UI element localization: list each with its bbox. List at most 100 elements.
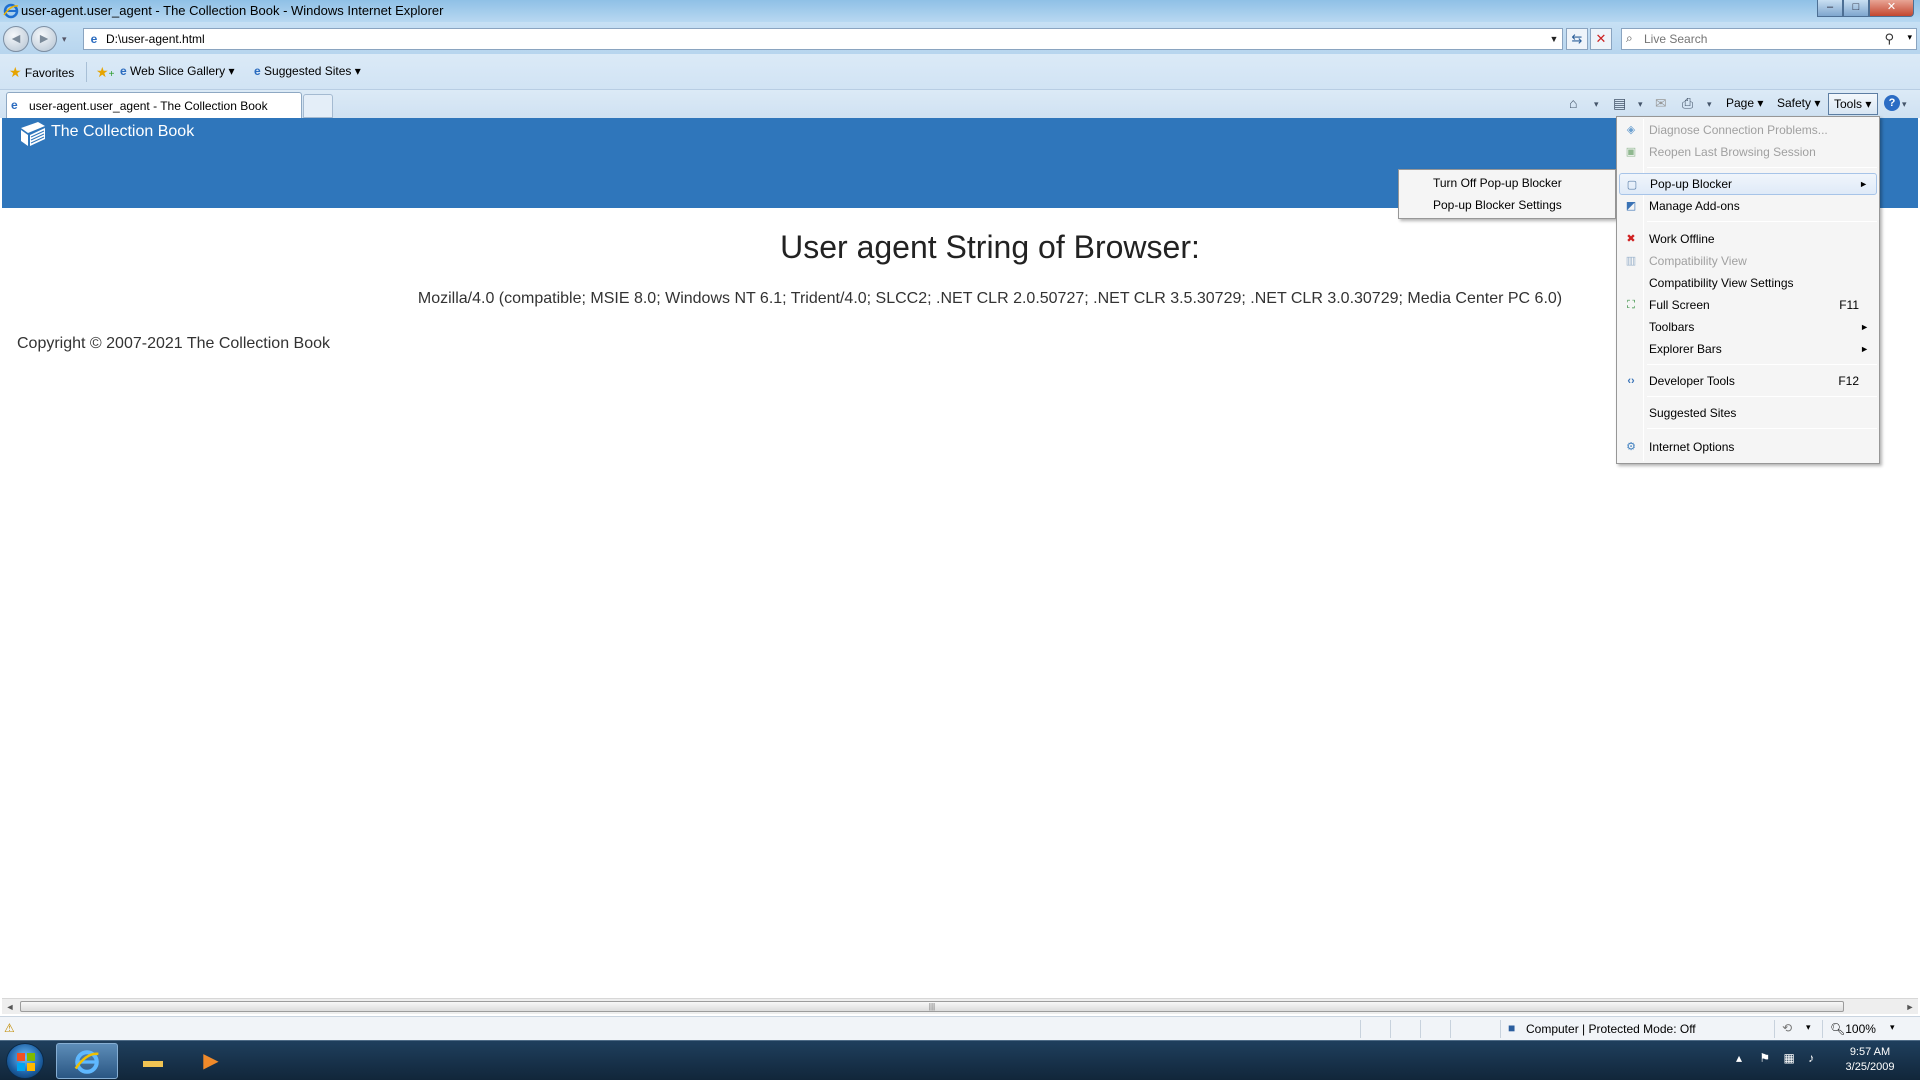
zoom-level-value: 100% (1845, 1022, 1876, 1036)
popup-status-dropdown-icon[interactable]: ▾ (1806, 1022, 1811, 1033)
title-bar: user-agent.user_agent - The Collection B… (0, 0, 1920, 22)
web-slice-gallery-link[interactable]: e Web Slice Gallery ▾ (120, 64, 235, 78)
separator (86, 62, 87, 82)
ie-logo-icon (3, 3, 19, 19)
back-button[interactable]: ◄ (3, 26, 29, 52)
tab-bar: e user-agent.user_agent - The Collection… (0, 90, 1920, 118)
scroll-thumb[interactable]: ||| (20, 1001, 1844, 1012)
scroll-left-icon[interactable]: ◄ (2, 1000, 18, 1014)
stop-button[interactable]: ✕ (1590, 28, 1612, 50)
horizontal-scrollbar[interactable]: ◄ ||| ► (2, 998, 1918, 1014)
menu-item-turn-off-popup-blocker[interactable]: Turn Off Pop-up Blocker (1401, 172, 1613, 194)
home-dropdown-icon[interactable]: ▾ (1594, 99, 1599, 110)
menu-item-label: Diagnose Connection Problems... (1649, 123, 1828, 137)
safety-menu-button[interactable]: Safety ▾ (1777, 96, 1820, 110)
menu-item-label: Pop-up Blocker Settings (1433, 198, 1562, 212)
menu-separator (1647, 167, 1877, 168)
system-tray: ▴ ⚑ ▦ ♪ (1736, 1051, 1814, 1065)
read-mail-icon[interactable]: ✉ (1655, 95, 1667, 112)
search-dropdown-icon[interactable]: ▾ (1907, 32, 1912, 43)
ie-icon (74, 1050, 99, 1074)
submenu-arrow-icon: ► (1859, 179, 1868, 189)
address-url[interactable]: D:\user-agent.html (106, 32, 205, 46)
print-dropdown-icon[interactable]: ▾ (1707, 99, 1712, 110)
offline-icon: ✖ (1626, 233, 1636, 245)
search-icon[interactable]: ⚲ (1884, 31, 1894, 47)
menu-item-toolbars[interactable]: Toolbars ► (1619, 316, 1877, 338)
address-dropdown-icon[interactable]: ▼ (1546, 29, 1562, 49)
popup-blocker-submenu: Turn Off Pop-up Blocker Pop-up Blocker S… (1398, 169, 1616, 219)
search-provider-icon: ⌕ (1626, 31, 1633, 45)
zoom-level[interactable]: 🔍︎100% (1830, 1022, 1876, 1036)
menu-item-compatibility-view[interactable]: ▥ Compatibility View (1619, 250, 1877, 272)
menu-item-diagnose-connection[interactable]: ◈ Diagnose Connection Problems... (1619, 119, 1877, 141)
site-brand[interactable]: The Collection Book (51, 123, 194, 141)
favorites-label: Favorites (24, 66, 75, 80)
clock-time: 9:57 AM (1849, 1046, 1891, 1058)
maximize-button[interactable]: □ (1843, 0, 1869, 17)
tools-menu: ◈ Diagnose Connection Problems... ▣ Reop… (1616, 116, 1880, 464)
feeds-dropdown-icon[interactable]: ▾ (1638, 99, 1643, 110)
windows-logo-icon (17, 1053, 35, 1071)
minimize-button[interactable]: – (1817, 0, 1843, 17)
search-box[interactable]: ⌕ ⚲ ▾ (1621, 28, 1917, 50)
computer-zone-icon: ■ (1508, 1021, 1516, 1035)
reopen-icon: ▣ (1625, 146, 1637, 158)
separator (1774, 1020, 1775, 1038)
forward-button[interactable]: ► (31, 26, 57, 52)
feeds-icon[interactable]: ▤ (1613, 95, 1626, 112)
separator (1420, 1020, 1421, 1038)
help-icon[interactable]: ? (1884, 95, 1900, 111)
suggested-sites-link[interactable]: e Suggested Sites ▾ (254, 64, 361, 78)
menu-item-full-screen[interactable]: ⛶ Full Screen F11 (1619, 294, 1877, 316)
taskbar-explorer-button[interactable]: ▬ (122, 1043, 184, 1079)
menu-item-label: Reopen Last Browsing Session (1649, 145, 1816, 159)
separator (1450, 1020, 1451, 1038)
zoom-dropdown-icon[interactable]: ▾ (1890, 1022, 1895, 1033)
search-input[interactable] (1644, 31, 1884, 47)
tab-active[interactable]: e user-agent.user_agent - The Collection… (6, 92, 302, 118)
history-dropdown-icon[interactable]: ▾ (62, 34, 67, 45)
menu-item-explorer-bars[interactable]: Explorer Bars ► (1619, 338, 1877, 360)
favorites-button[interactable]: ★ Favorites (9, 64, 74, 81)
popup-icon: ▢ (1626, 179, 1638, 191)
scroll-right-icon[interactable]: ► (1902, 1000, 1918, 1014)
help-dropdown-icon[interactable]: ▾ (1902, 99, 1907, 110)
clock-date: 3/25/2009 (1845, 1061, 1895, 1073)
address-bar[interactable]: e D:\user-agent.html ▼ (83, 28, 1563, 50)
home-icon[interactable]: ⌂ (1569, 95, 1577, 111)
add-favorite-icon[interactable]: ★+ (96, 64, 114, 81)
warning-icon[interactable]: ⚠ (4, 1021, 15, 1035)
security-zone[interactable]: Computer | Protected Mode: Off (1526, 1022, 1696, 1036)
menu-item-internet-options[interactable]: ⚙ Internet Options (1619, 436, 1877, 458)
menu-item-compatibility-view-settings[interactable]: Compatibility View Settings (1619, 272, 1877, 294)
book-logo-icon (21, 122, 45, 146)
suggested-sites-label: Suggested Sites ▾ (264, 64, 361, 78)
separator (1360, 1020, 1361, 1038)
tools-menu-button[interactable]: Tools ▾ (1828, 93, 1878, 115)
show-hidden-icons-icon[interactable]: ▴ (1736, 1051, 1742, 1065)
taskbar-ie-button[interactable] (56, 1043, 118, 1079)
volume-icon[interactable]: ♪ (1808, 1051, 1814, 1065)
menu-item-manage-addons[interactable]: ◩ Manage Add-ons (1619, 195, 1877, 217)
taskbar-media-player-button[interactable]: ▶ (180, 1043, 242, 1079)
refresh-button[interactable]: ⇆ (1566, 28, 1588, 50)
start-button[interactable] (6, 1043, 44, 1079)
clock[interactable]: 9:57 AM 3/25/2009 (1826, 1045, 1914, 1075)
menu-item-label: Turn Off Pop-up Blocker (1433, 176, 1562, 190)
menu-item-label: Toolbars (1649, 320, 1695, 334)
menu-item-suggested-sites[interactable]: Suggested Sites (1619, 402, 1877, 424)
page-menu-button[interactable]: Page ▾ (1726, 96, 1763, 110)
menu-item-work-offline[interactable]: ✖ Work Offline (1619, 228, 1877, 250)
menu-item-reopen-session[interactable]: ▣ Reopen Last Browsing Session (1619, 141, 1877, 163)
menu-separator (1647, 428, 1877, 429)
menu-item-popup-blocker-settings[interactable]: Pop-up Blocker Settings (1401, 194, 1613, 216)
menu-item-developer-tools[interactable]: ‹› Developer Tools F12 (1619, 370, 1877, 392)
popup-status-icon[interactable]: ⟲ (1782, 1021, 1792, 1035)
menu-item-popup-blocker[interactable]: ▢ Pop-up Blocker ► (1619, 173, 1877, 195)
action-center-flag-icon[interactable]: ⚑ (1759, 1051, 1770, 1065)
print-icon[interactable]: ⎙ (1682, 95, 1693, 112)
new-tab-button[interactable] (303, 94, 333, 118)
network-icon[interactable]: ▦ (1783, 1051, 1794, 1065)
close-button[interactable]: ✕ (1869, 0, 1914, 17)
